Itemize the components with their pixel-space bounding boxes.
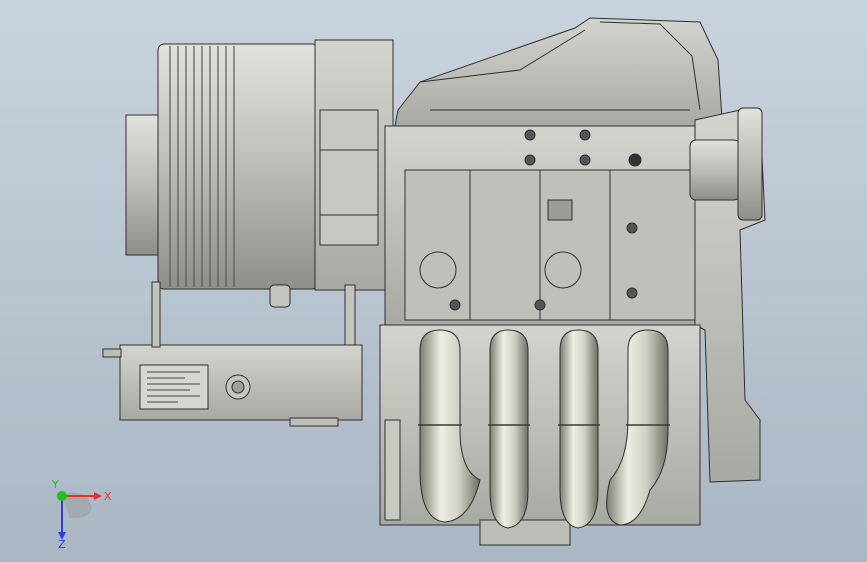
x-axis-arrow-icon xyxy=(94,492,102,500)
control-box[interactable] xyxy=(102,344,363,427)
y-axis-label: Y xyxy=(51,478,59,491)
x-axis-label: X xyxy=(104,490,112,503)
graphics-viewport[interactable]: X Y Z xyxy=(0,0,867,562)
timing-cover[interactable] xyxy=(689,107,766,483)
air-filter-housing[interactable] xyxy=(125,39,394,291)
fittings xyxy=(151,281,356,348)
y-axis-origin-icon xyxy=(57,491,67,501)
axis-triad: X Y Z xyxy=(51,478,112,548)
engine-block[interactable] xyxy=(384,125,696,327)
intake-plenum[interactable] xyxy=(394,17,723,127)
z-axis-label: Z xyxy=(58,538,66,548)
engine-model-3d-view[interactable] xyxy=(0,0,867,562)
